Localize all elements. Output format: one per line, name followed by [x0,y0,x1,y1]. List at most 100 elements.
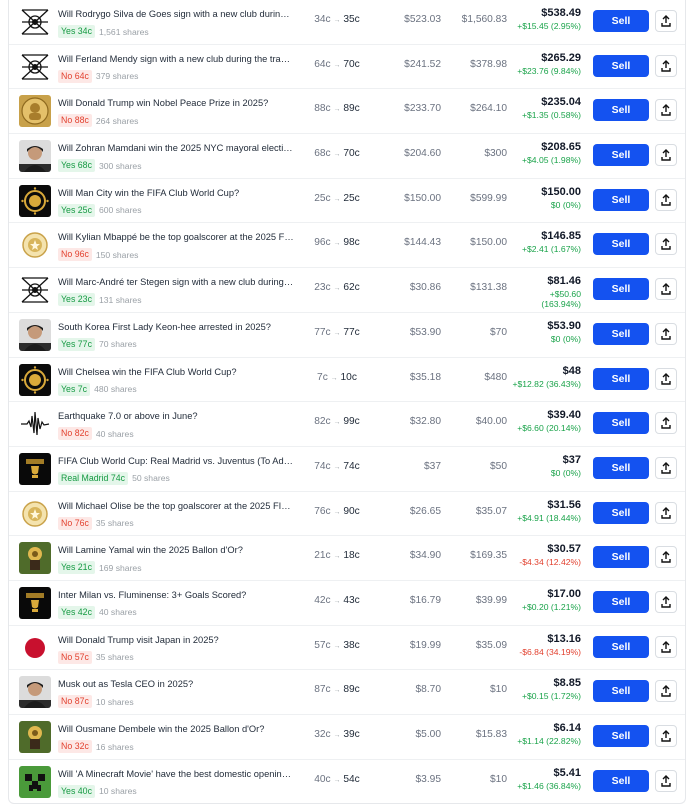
sell-button[interactable]: Sell [593,322,649,345]
position-row[interactable]: Will Zohran Mamdani win the 2025 NYC may… [9,134,685,179]
position-row[interactable]: Will Michael Olise be the top goalscorer… [9,492,685,537]
sell-button[interactable]: Sell [593,725,649,747]
sell-button[interactable]: Sell [593,367,649,390]
avg-price: 23c [314,282,331,294]
japan-flag-icon [19,631,51,664]
price-change: 7c → 10c [305,372,369,383]
share-icon[interactable] [655,456,677,479]
pnl-value: +$12.82 (36.43%) [512,378,581,389]
share-icon[interactable] [655,99,677,122]
share-icon[interactable] [655,769,677,792]
share-icon[interactable] [655,635,677,658]
share-icon[interactable] [655,680,677,703]
share-icon[interactable] [655,367,677,390]
position-row[interactable]: Will Lamine Yamal win the 2025 Ballon d'… [9,536,685,581]
market-title[interactable]: Will Marc-André ter Stegen sign with a n… [58,277,294,287]
market-title[interactable]: South Korea First Lady Keon-hee arrested… [58,322,294,332]
market-title[interactable]: Will Ferland Mendy sign with a new club … [58,54,294,64]
share-icon[interactable] [655,590,677,613]
sell-button[interactable]: Sell [593,188,649,211]
share-icon[interactable] [655,501,677,524]
shares-count: 16 shares [95,741,134,752]
sell-button[interactable]: Sell [593,278,649,301]
sell-button[interactable]: Sell [593,590,649,613]
market-title[interactable]: Will Lamine Yamal win the 2025 Ballon d'… [58,545,294,555]
position-row[interactable]: Will Ferland Mendy sign with a new club … [9,45,685,90]
share-icon[interactable] [655,54,677,77]
position-row[interactable]: FIFA Club World Cup: Real Madrid vs. Juv… [9,447,685,492]
sell-button[interactable]: Sell [593,54,649,77]
sell-button[interactable]: Sell [593,456,649,479]
share-icon[interactable] [655,412,677,435]
sell-button[interactable]: Sell [593,10,649,32]
sell-button[interactable]: Sell [593,412,649,435]
position-row[interactable]: Will Ousmane Dembele win the 2025 Ballon… [9,715,685,760]
cost-value: $204.60 [404,148,441,160]
to-win-value: $131.38 [470,282,507,294]
share-icon[interactable] [655,725,677,747]
pnl-value: +$1.46 (36.84%) [517,780,581,791]
sell-button[interactable]: Sell [593,635,649,658]
share-icon[interactable] [655,10,677,32]
trophy-poster-icon [19,586,51,619]
market-title[interactable]: Will Rodrygo Silva de Goes sign with a n… [58,9,294,19]
market-title[interactable]: Musk out as Tesla CEO in 2025? [58,679,294,689]
share-icon[interactable] [655,188,677,211]
price-change: 34c → 35c [305,14,369,25]
position-row[interactable]: Musk out as Tesla CEO in 2025? No 87c 10 s… [9,670,685,715]
position-row[interactable]: Will Man City win the FIFA Club World Cu… [9,179,685,224]
arrow-right-icon: → [333,240,341,248]
sell-button[interactable]: Sell [593,99,649,122]
share-icon[interactable] [655,322,677,345]
arrow-right-icon: → [333,17,341,24]
market-title[interactable]: Will 'A Minecraft Movie' have the best d… [58,769,294,779]
cost-value: $26.65 [409,505,441,517]
position-meta: No 88c 264 shares [58,114,138,128]
outcome-badge: No 57c [58,650,92,664]
outcome-badge: Yes 77c [58,337,95,351]
current-value: $53.90 [547,319,581,332]
market-title[interactable]: Will Ousmane Dembele win the 2025 Ballon… [58,724,294,734]
shares-count: 70 shares [98,339,137,350]
sell-button[interactable]: Sell [593,144,649,167]
position-row[interactable]: Will Rodrygo Silva de Goes sign with a n… [9,0,685,45]
sell-button[interactable]: Sell [593,233,649,256]
position-row[interactable]: Will Donald Trump visit Japan in 2025? No… [9,626,685,671]
position-row[interactable]: Will Donald Trump win Nobel Peace Prize … [9,89,685,135]
arrow-right-icon: → [333,687,341,695]
position-meta: Yes 42c 40 shares [58,605,137,619]
sell-button[interactable]: Sell [593,769,649,792]
shares-count: 150 shares [95,249,139,260]
market-title[interactable]: Inter Milan vs. Fluminense: 3+ Goals Sco… [58,590,294,600]
position-row[interactable]: Will Chelsea win the FIFA Club World Cup… [9,358,685,403]
share-icon[interactable] [655,144,677,167]
share-icon[interactable] [655,278,677,301]
market-title[interactable]: Will Donald Trump win Nobel Peace Prize … [58,98,294,108]
market-title[interactable]: Will Zohran Mamdani win the 2025 NYC may… [58,143,294,153]
market-title[interactable]: Earthquake 7.0 or above in June? [58,411,294,421]
market-title[interactable]: Will Man City win the FIFA Club World Cu… [58,188,294,198]
arrow-right-icon: → [333,463,341,471]
current-value: $208.65 [541,141,581,154]
market-title[interactable]: Will Donald Trump visit Japan in 2025? [58,635,294,645]
share-icon[interactable] [655,233,677,256]
outcome-badge: Yes 23c [58,293,95,307]
position-row[interactable]: Will Marc-André ter Stegen sign with a n… [9,268,685,313]
to-win-value: $300 [484,148,507,160]
share-icon[interactable] [655,546,677,569]
position-value: $208.65 +$4.05 (1.98%) [509,141,581,165]
sell-button[interactable]: Sell [593,680,649,703]
sell-button[interactable]: Sell [593,546,649,569]
gold-badge-icon [19,497,51,530]
cost-value: $16.79 [409,594,441,606]
sell-button[interactable]: Sell [593,501,649,524]
position-row[interactable]: South Korea First Lady Keon-hee arrested… [9,313,685,358]
market-title[interactable]: Will Kylian Mbappé be the top goalscorer… [58,232,294,242]
market-title[interactable]: FIFA Club World Cup: Real Madrid vs. Juv… [58,456,294,466]
market-title[interactable]: Will Michael Olise be the top goalscorer… [58,501,294,511]
market-title[interactable]: Will Chelsea win the FIFA Club World Cup… [58,367,294,377]
position-row[interactable]: Inter Milan vs. Fluminense: 3+ Goals Sco… [9,581,685,626]
position-value: $265.29 +$23.76 (9.84%) [509,52,581,76]
position-row[interactable]: Earthquake 7.0 or above in June? No 82c 40… [9,402,685,447]
position-row[interactable]: Will Kylian Mbappé be the top goalscorer… [9,223,685,269]
